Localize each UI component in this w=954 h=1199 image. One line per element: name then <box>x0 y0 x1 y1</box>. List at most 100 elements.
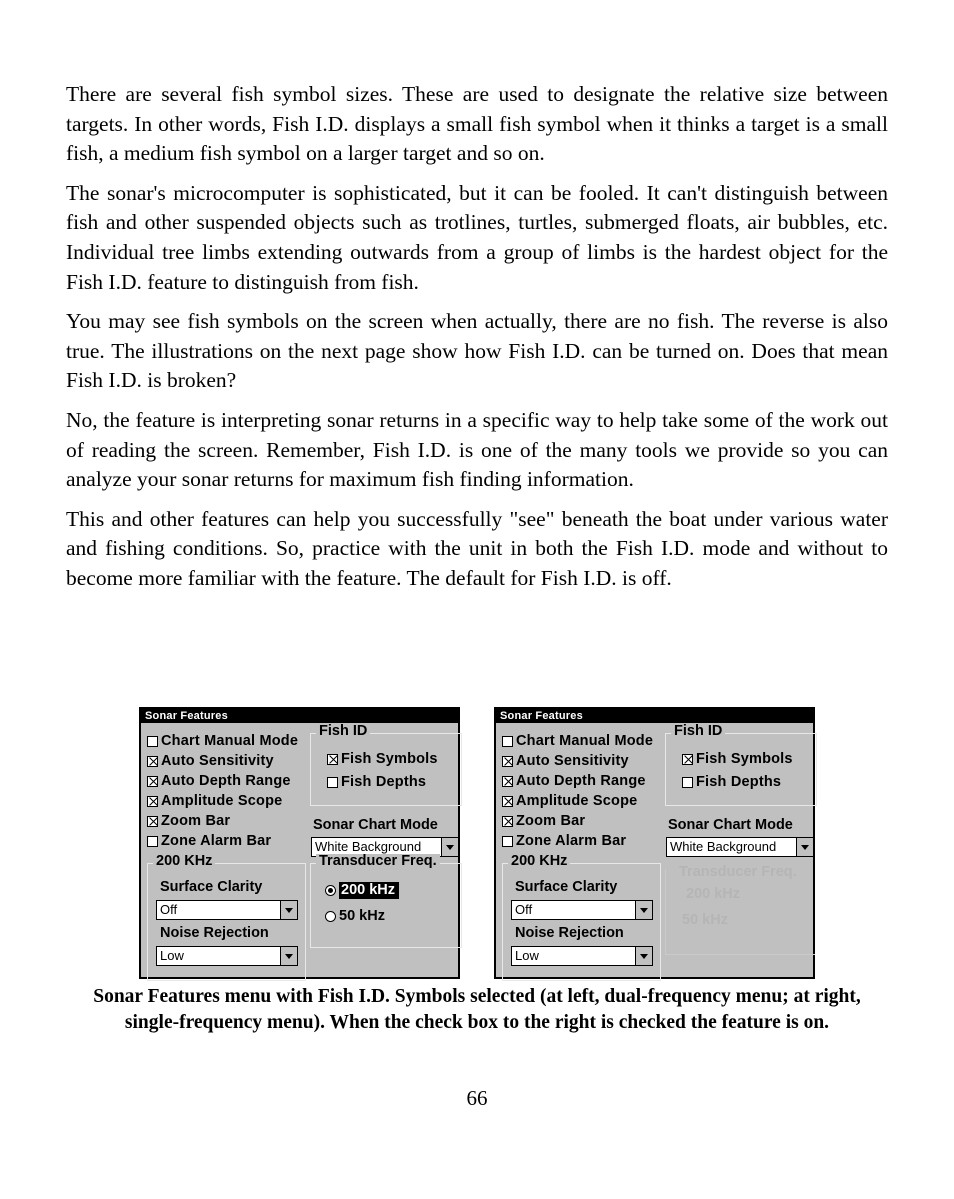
checkbox-label: Amplitude Scope <box>161 793 283 809</box>
checkbox-fish-depths[interactable]: Fish Depths <box>327 775 426 789</box>
radio-label: 50 kHz <box>339 908 385 924</box>
checkbox-label: Fish Depths <box>696 774 782 790</box>
radio-label: 200 kHz <box>339 882 400 899</box>
checkbox-icon-unchecked[interactable] <box>147 735 158 747</box>
radio-50-khz[interactable]: 50 kHz <box>325 909 385 924</box>
checkbox-label: Auto Depth Range <box>161 773 291 789</box>
radio-icon-unselected[interactable] <box>325 911 336 922</box>
checkbox-label: Chart Manual Mode <box>161 733 299 749</box>
checkbox-zoom-bar[interactable]: Zoom Bar <box>502 811 662 831</box>
checkbox-label: Auto Sensitivity <box>516 753 629 769</box>
checkbox-icon-unchecked[interactable] <box>682 776 693 788</box>
checkbox-auto-depth-range[interactable]: Auto Depth Range <box>502 771 662 791</box>
radio-200-khz[interactable]: 200 kHz <box>325 882 400 899</box>
group-title-fish-id: Fish ID <box>671 724 726 739</box>
checkbox-label: Zoom Bar <box>516 813 586 829</box>
checkbox-fish-symbols[interactable]: Fish Symbols <box>682 752 793 766</box>
checkbox-icon-checked[interactable] <box>502 755 513 767</box>
figure-caption: Sonar Features menu with Fish I.D. Symbo… <box>93 986 861 1033</box>
checkbox-auto-sensitivity[interactable]: Auto Sensitivity <box>147 751 307 771</box>
checkbox-chart-manual-mode[interactable]: Chart Manual Mode <box>502 731 662 751</box>
checkbox-zone-alarm-bar[interactable]: Zone Alarm Bar <box>147 831 307 851</box>
checkbox-amplitude-scope[interactable]: Amplitude Scope <box>502 791 662 811</box>
label-noise-rejection: Noise Rejection <box>160 925 269 941</box>
checkbox-icon-checked[interactable] <box>502 795 513 807</box>
checkbox-icon-unchecked[interactable] <box>147 835 158 847</box>
paragraph-4: No, the feature is interpreting sonar re… <box>66 407 888 492</box>
ghost-label-200-khz: 200 kHz <box>686 886 741 902</box>
label-sonar-chart-mode: Sonar Chart Mode <box>668 817 793 833</box>
dropdown-sonar-chart-mode[interactable]: White Background <box>666 837 814 857</box>
checkbox-zone-alarm-bar[interactable]: Zone Alarm Bar <box>502 831 662 851</box>
checkbox-icon-checked[interactable] <box>502 775 513 787</box>
checkbox-label: Auto Sensitivity <box>161 753 274 769</box>
dropdown-value-surface-clarity: Off <box>515 902 533 917</box>
group-title-200khz: 200 KHz <box>508 854 571 869</box>
checkbox-icon-checked[interactable] <box>682 753 693 765</box>
chevron-down-icon[interactable] <box>280 901 297 919</box>
sonar-features-dialog-dual-frequency[interactable]: Sonar Features Chart Manual Mode Auto Se… <box>139 707 462 981</box>
dialog-titlebar-right: Sonar Features <box>496 709 813 723</box>
checkbox-list-right: Chart Manual Mode Auto Sensitivity Auto … <box>502 731 662 851</box>
checkbox-icon-checked[interactable] <box>147 795 158 807</box>
checkbox-label: Zone Alarm Bar <box>516 833 627 849</box>
dropdown-noise-rejection[interactable]: Low <box>156 946 298 966</box>
checkbox-icon-unchecked[interactable] <box>327 776 338 788</box>
checkbox-label: Zoom Bar <box>161 813 231 829</box>
dialog-body-right: Chart Manual Mode Auto Sensitivity Auto … <box>496 723 817 981</box>
checkbox-label: Fish Symbols <box>341 751 438 767</box>
checkbox-label: Zone Alarm Bar <box>161 833 272 849</box>
page-text-column: There are several fish symbol sizes. The… <box>66 80 888 594</box>
dialog-titlebar-left: Sonar Features <box>141 709 458 723</box>
dropdown-noise-rejection[interactable]: Low <box>511 946 653 966</box>
ghost-group-bottom <box>665 954 815 955</box>
checkbox-icon-checked[interactable] <box>147 755 158 767</box>
chevron-down-icon[interactable] <box>635 947 652 965</box>
ghost-group-edge <box>665 869 666 954</box>
page-number: 66 <box>466 1086 488 1110</box>
checkbox-label: Fish Symbols <box>696 751 793 767</box>
dropdown-value-sonar-chart-mode: White Background <box>670 839 777 854</box>
checkbox-zoom-bar[interactable]: Zoom Bar <box>147 811 307 831</box>
label-noise-rejection: Noise Rejection <box>515 925 624 941</box>
checkbox-icon-checked[interactable] <box>147 815 158 827</box>
sonar-features-dialog-single-frequency[interactable]: Sonar Features Chart Manual Mode Auto Se… <box>494 707 817 981</box>
chevron-down-icon[interactable] <box>441 838 458 856</box>
group-200khz-left: 200 KHz Surface Clarity Off Noise Reject… <box>147 854 306 981</box>
checkbox-icon-checked[interactable] <box>147 775 158 787</box>
dropdown-value-surface-clarity: Off <box>160 902 178 917</box>
checkbox-label: Fish Depths <box>341 774 427 790</box>
paragraph-1: There are several fish symbol sizes. The… <box>66 82 888 166</box>
group-title-200khz: 200 KHz <box>153 854 216 869</box>
group-title-fish-id: Fish ID <box>316 724 371 739</box>
ghost-label-transducer-freq: Transducer Freq. <box>679 864 797 880</box>
dropdown-surface-clarity[interactable]: Off <box>511 900 653 920</box>
group-title-transducer-freq: Transducer Freq. <box>316 854 440 869</box>
checkbox-chart-manual-mode[interactable]: Chart Manual Mode <box>147 731 307 751</box>
checkbox-icon-unchecked[interactable] <box>502 835 513 847</box>
checkbox-fish-depths[interactable]: Fish Depths <box>682 775 781 789</box>
checkbox-icon-checked[interactable] <box>327 753 338 765</box>
checkbox-auto-depth-range[interactable]: Auto Depth Range <box>147 771 307 791</box>
group-fish-id-right: Fish ID Fish Symbols Fish Depths <box>665 724 817 806</box>
checkbox-label: Auto Depth Range <box>516 773 646 789</box>
paragraph-2: The sonar's microcomputer is sophisticat… <box>66 180 888 294</box>
checkbox-amplitude-scope[interactable]: Amplitude Scope <box>147 791 307 811</box>
group-200khz-right: 200 KHz Surface Clarity Off Noise Reject… <box>502 854 661 981</box>
checkbox-list-left: Chart Manual Mode Auto Sensitivity Auto … <box>147 731 307 851</box>
chevron-down-icon[interactable] <box>796 838 813 856</box>
dropdown-value-noise-rejection: Low <box>160 948 184 963</box>
group-transducer-freq-left: Transducer Freq. 200 kHz 50 kHz <box>310 854 462 948</box>
chevron-down-icon[interactable] <box>635 901 652 919</box>
chevron-down-icon[interactable] <box>280 947 297 965</box>
dropdown-surface-clarity[interactable]: Off <box>156 900 298 920</box>
checkbox-auto-sensitivity[interactable]: Auto Sensitivity <box>502 751 662 771</box>
checkbox-icon-checked[interactable] <box>502 815 513 827</box>
checkbox-icon-unchecked[interactable] <box>502 735 513 747</box>
label-surface-clarity: Surface Clarity <box>515 879 618 895</box>
label-sonar-chart-mode: Sonar Chart Mode <box>313 817 438 833</box>
radio-icon-selected[interactable] <box>325 885 336 896</box>
checkbox-label: Chart Manual Mode <box>516 733 654 749</box>
paragraph-5: This and other features can help you suc… <box>66 506 888 590</box>
checkbox-fish-symbols[interactable]: Fish Symbols <box>327 752 438 766</box>
